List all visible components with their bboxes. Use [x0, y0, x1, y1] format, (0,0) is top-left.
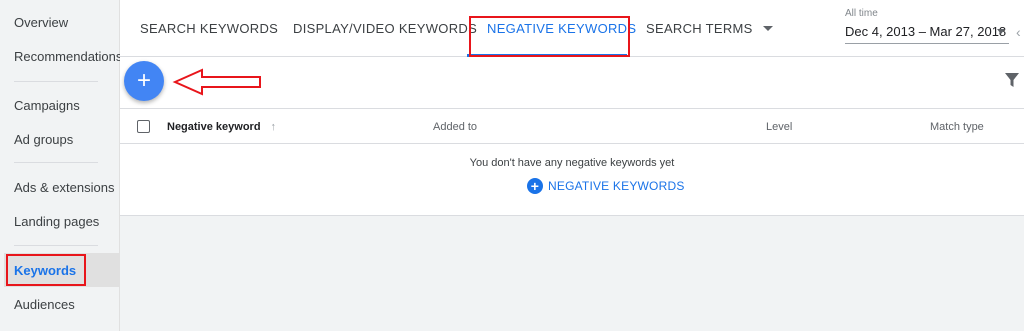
column-header-label: Negative keyword — [167, 120, 261, 133]
tab-display-video-keywords[interactable]: DISPLAY/VIDEO KEYWORDS — [293, 0, 477, 57]
filter-icon[interactable] — [1005, 73, 1019, 87]
select-all-checkbox[interactable] — [137, 120, 150, 133]
sidebar-item-overview[interactable]: Overview — [0, 5, 119, 39]
date-range-underline — [845, 43, 1009, 44]
sidebar-item-landing-pages[interactable]: Landing pages — [0, 204, 119, 238]
column-header-added-to[interactable]: Added to — [433, 109, 477, 144]
sidebar-item-label: Ad groups — [14, 131, 74, 147]
date-range-label: All time — [845, 8, 878, 19]
sidebar-divider — [14, 245, 98, 246]
sidebar-item-campaigns[interactable]: Campaigns — [0, 88, 119, 122]
sidebar-item-label: Overview — [14, 14, 69, 30]
sidebar-item-keywords[interactable]: Keywords — [4, 253, 119, 287]
tab-label: SEARCH TERMS — [646, 21, 753, 36]
add-negative-keywords-link[interactable]: + NEGATIVE KEYWORDS — [527, 178, 685, 194]
sidebar-item-ads-extensions[interactable]: Ads & extensions — [0, 170, 119, 204]
sidebar-divider — [14, 81, 98, 82]
tab-label: SEARCH KEYWORDS — [140, 21, 279, 36]
add-negative-keywords-label: NEGATIVE KEYWORDS — [548, 179, 685, 193]
table-header: Negative keyword ↑ Added to Level Match … — [120, 109, 1024, 144]
column-header-negative-keyword[interactable]: Negative keyword ↑ — [167, 109, 276, 144]
toolbar: + — [120, 57, 1024, 109]
empty-state: You don't have any negative keywords yet… — [120, 144, 1024, 216]
sidebar-item-label: Landing pages — [14, 213, 100, 229]
sidebar-item-audiences[interactable]: Audiences — [0, 287, 119, 321]
sidebar-item-label: Campaigns — [14, 97, 80, 113]
date-range-selector[interactable]: Dec 4, 2013 – Mar 27, 2018 — [845, 24, 1006, 39]
chevron-down-icon[interactable] — [997, 29, 1005, 34]
main-content: SEARCH KEYWORDS DISPLAY/VIDEO KEYWORDS N… — [120, 0, 1024, 331]
sidebar-item-label: Ads & extensions — [14, 179, 115, 195]
sidebar-item-recommendations[interactable]: Recommendations — [0, 39, 123, 73]
sort-ascending-icon[interactable]: ↑ — [271, 121, 277, 133]
sidebar-item-ad-groups[interactable]: Ad groups — [0, 122, 119, 156]
highlight-box — [469, 16, 630, 57]
empty-state-message: You don't have any negative keywords yet — [469, 157, 675, 169]
column-header-level[interactable]: Level — [766, 109, 792, 144]
add-circle-icon: + — [527, 178, 543, 194]
tab-bar: SEARCH KEYWORDS DISPLAY/VIDEO KEYWORDS N… — [120, 0, 1024, 57]
chevron-left-icon[interactable]: ‹ — [1016, 24, 1021, 40]
add-negative-keyword-button[interactable]: + — [124, 61, 164, 101]
sidebar: Overview Recommendations Campaigns Ad gr… — [0, 0, 123, 331]
tab-search-keywords[interactable]: SEARCH KEYWORDS — [140, 0, 278, 57]
column-header-match-type[interactable]: Match type — [930, 109, 984, 144]
chevron-down-icon[interactable] — [762, 26, 773, 31]
tab-search-terms[interactable]: SEARCH TERMS — [646, 0, 773, 57]
sidebar-item-label: Recommendations — [14, 48, 123, 64]
highlight-box — [6, 254, 86, 286]
sidebar-divider — [14, 162, 98, 163]
sidebar-item-label: Audiences — [14, 296, 75, 312]
red-arrow-annotation — [172, 68, 261, 96]
tab-label: DISPLAY/VIDEO KEYWORDS — [293, 21, 478, 36]
